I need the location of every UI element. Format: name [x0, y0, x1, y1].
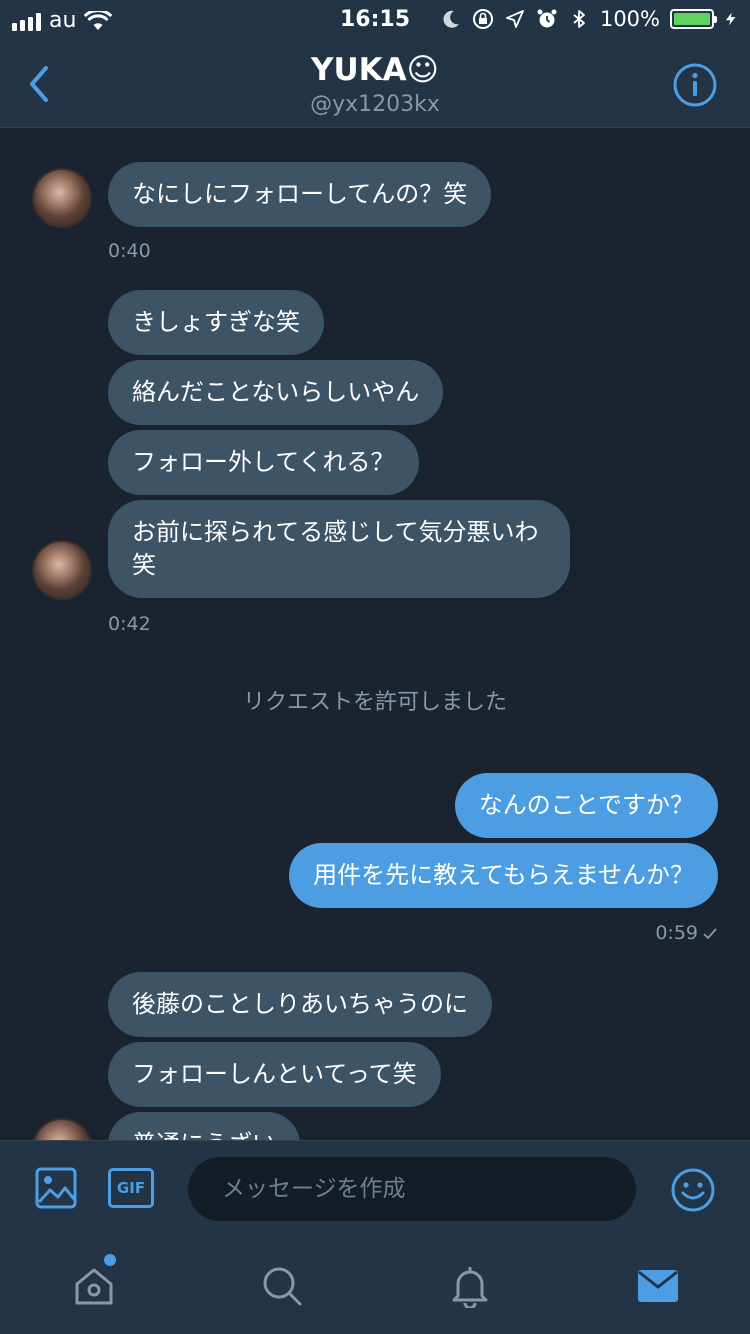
bluetooth-icon	[573, 10, 585, 28]
home-badge-dot	[104, 1254, 116, 1266]
status-bar: au 16:15 100%	[0, 0, 750, 40]
search-icon[interactable]	[260, 1264, 304, 1308]
message-bubble-incoming[interactable]: 絡んだことないらしいやん	[108, 360, 444, 425]
moon-icon	[443, 10, 459, 28]
message-bubble-incoming[interactable]: なにしにフォローしてんの？笑	[108, 162, 492, 227]
message-input[interactable]	[188, 1157, 636, 1221]
home-icon[interactable]	[72, 1264, 116, 1308]
alarm-icon	[537, 9, 557, 28]
check-icon	[703, 927, 717, 939]
message-bubble-incoming[interactable]: 後藤のことしりあいちゃうのに	[108, 972, 492, 1037]
request-accepted-note: リクエストを許可しました	[242, 690, 507, 715]
message-bubble-incoming[interactable]: フォロー外してくれる？	[108, 430, 419, 495]
tab-bar	[0, 1238, 750, 1334]
message-bubble-incoming[interactable]: 普通にうざい	[108, 1112, 300, 1140]
message-timestamp: 0:40	[108, 240, 151, 262]
notifications-icon[interactable]	[448, 1264, 492, 1308]
emoji-icon[interactable]	[670, 1167, 716, 1213]
gif-button[interactable]: GIF	[108, 1168, 154, 1208]
avatar[interactable]	[32, 168, 92, 228]
message-bubble-incoming[interactable]: きしょすぎな笑	[108, 290, 324, 355]
status-right: 100%	[440, 7, 738, 31]
conversation-title[interactable]: YUKA☺	[0, 52, 750, 88]
avatar[interactable]	[32, 540, 92, 600]
message-bubble-incoming[interactable]: フォローしんといてって笑	[108, 1042, 441, 1107]
avatar[interactable]	[32, 1118, 92, 1140]
message-timestamp: 0:59	[655, 922, 698, 944]
message-bubble-incoming[interactable]: お前に探られてる感じして気分悪いわ笑	[108, 500, 570, 598]
message-timestamp: 0:42	[108, 613, 151, 635]
info-icon[interactable]	[672, 62, 718, 108]
charging-icon	[725, 12, 736, 26]
message-timestamp-sent: 0:59	[655, 922, 718, 944]
message-bubble-outgoing[interactable]: なんのことですか？	[454, 773, 718, 838]
conversation-handle[interactable]: @yx1203kx	[0, 92, 750, 117]
image-icon[interactable]	[34, 1166, 78, 1210]
message-bubble-outgoing[interactable]: 用件を先に教えてもらえませんか？	[289, 843, 718, 908]
location-icon	[506, 10, 524, 28]
battery-icon	[670, 9, 717, 29]
battery-percent: 100%	[599, 7, 660, 31]
message-composer: GIF	[0, 1140, 750, 1238]
conversation-header: YUKA☺ @yx1203kx	[0, 40, 750, 128]
message-thread[interactable]: なにしにフォローしてんの？笑 0:40 きしょすぎな笑 絡んだことないらしいやん…	[0, 128, 750, 1140]
rotation-lock-icon	[472, 9, 493, 29]
messages-icon[interactable]	[636, 1264, 680, 1308]
